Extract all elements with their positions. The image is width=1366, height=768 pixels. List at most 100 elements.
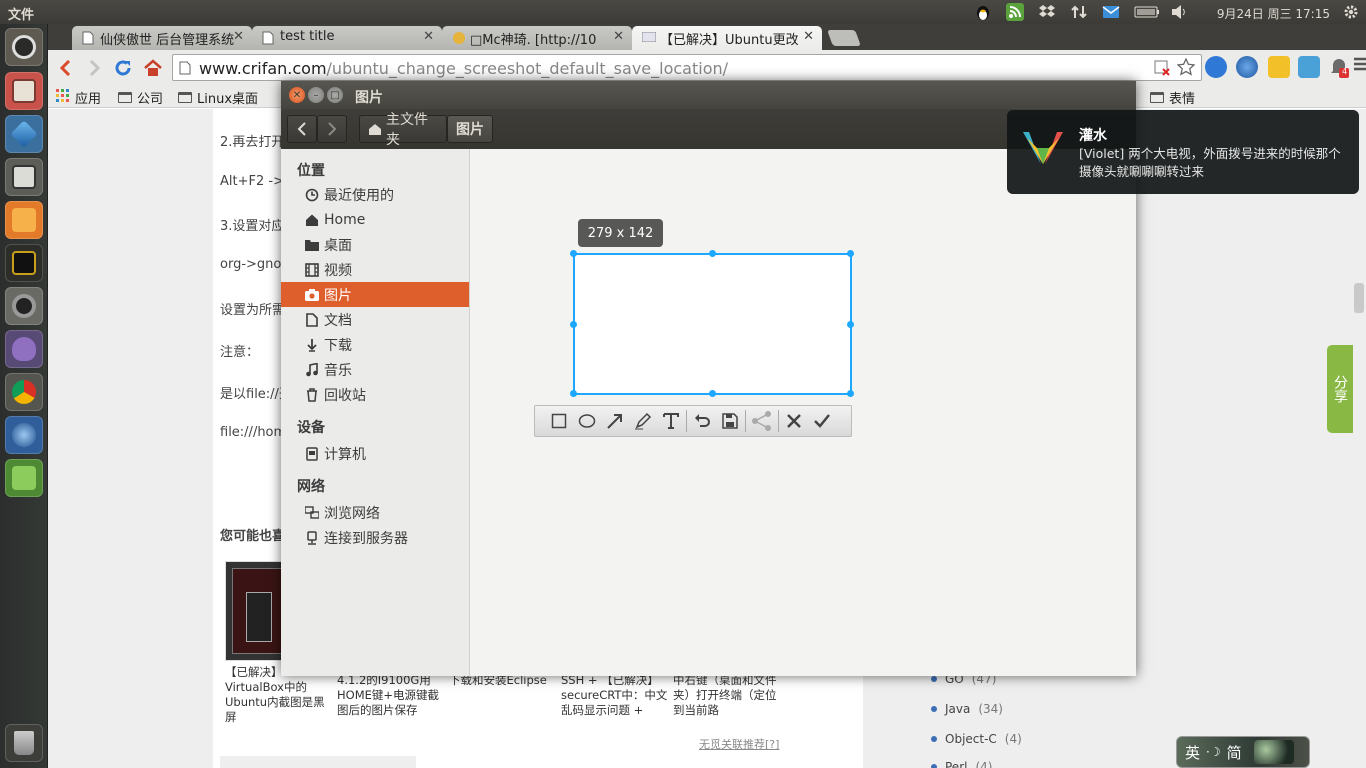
- confirm-button[interactable]: [808, 406, 836, 436]
- extension-icon[interactable]: [1205, 56, 1227, 78]
- resize-handle[interactable]: [709, 390, 716, 397]
- path-current-button[interactable]: 图片: [447, 115, 493, 143]
- gear-icon[interactable]: [1340, 2, 1362, 22]
- close-icon[interactable]: ✕: [803, 29, 814, 44]
- window-titlebar[interactable]: ✕ – □ 图片: [281, 81, 1136, 109]
- maximize-window-button[interactable]: □: [327, 87, 343, 103]
- sidebar-item-home[interactable]: Home: [281, 207, 469, 232]
- chrome-icon[interactable]: [5, 373, 43, 411]
- screenshot-selection[interactable]: [570, 250, 854, 397]
- sidebar-item-connect-server[interactable]: 连接到服务器: [281, 525, 469, 550]
- resize-handle[interactable]: [570, 321, 577, 328]
- resize-handle[interactable]: [847, 250, 854, 257]
- dropbox-icon[interactable]: [1036, 2, 1058, 22]
- globe-icon[interactable]: [1236, 56, 1258, 78]
- tab-crifan[interactable]: 【已解决】Ubuntu更改 ✕: [632, 26, 822, 50]
- text-tool-button[interactable]: [657, 406, 685, 436]
- cancel-button[interactable]: [780, 406, 808, 436]
- back-button[interactable]: [54, 57, 76, 79]
- moon-icon[interactable]: ·☽: [1206, 745, 1221, 759]
- network-transfer-icon[interactable]: [1068, 2, 1090, 22]
- related-title[interactable]: 4.1.2的I9100G用HOME键+电源键截图后的图片保存: [337, 673, 445, 718]
- input-method-bar[interactable]: 英 ·☽ 简: [1176, 736, 1310, 768]
- sidebar-item-computer[interactable]: 计算机: [281, 441, 469, 466]
- bookmark-folder[interactable]: 公司: [118, 88, 163, 107]
- bell-icon[interactable]: 4: [1328, 56, 1350, 78]
- pidgin-icon[interactable]: [5, 330, 43, 368]
- sidebar-item-desktop[interactable]: 桌面: [281, 232, 469, 257]
- reload-button[interactable]: [112, 57, 134, 79]
- resize-handle[interactable]: [570, 250, 577, 257]
- home-button[interactable]: [142, 57, 164, 79]
- share-button[interactable]: 分享: [1327, 345, 1353, 433]
- battery-icon[interactable]: [1132, 2, 1162, 22]
- system-monitor-icon[interactable]: [5, 244, 43, 282]
- back-button[interactable]: [287, 115, 317, 143]
- sidebar-item-downloads[interactable]: 下载: [281, 332, 469, 357]
- volume-icon[interactable]: [1168, 2, 1190, 22]
- blocked-icon[interactable]: [1153, 59, 1171, 81]
- new-tab-button[interactable]: [827, 30, 861, 46]
- save-button[interactable]: [716, 406, 744, 436]
- path-home-button[interactable]: 主文件夹: [359, 112, 447, 148]
- tab-admin[interactable]: 仙侠傲世 后台管理系统 ✕: [72, 26, 252, 50]
- category-name[interactable]: Object-C: [945, 732, 997, 746]
- close-icon[interactable]: ✕: [613, 29, 624, 44]
- sidebar-item-pictures[interactable]: 图片: [281, 282, 469, 307]
- resize-handle[interactable]: [570, 390, 577, 397]
- files-app-icon[interactable]: [5, 72, 43, 110]
- tab-mc[interactable]: □Mc神琦. [http://10 ✕: [442, 26, 632, 50]
- qq-penguin-icon[interactable]: [972, 2, 994, 22]
- pen-tool-button[interactable]: [629, 406, 657, 436]
- clock[interactable]: 9月24日 周三 17:15: [1217, 5, 1330, 22]
- category-name[interactable]: Java: [945, 702, 970, 716]
- address-bar[interactable]: www.crifan.com/ubuntu_change_screeshot_d…: [172, 54, 1202, 81]
- category-item[interactable]: Java (34): [931, 702, 1003, 716]
- close-window-button[interactable]: ✕: [289, 87, 305, 103]
- virtualbox-icon[interactable]: [5, 115, 43, 153]
- resize-handle[interactable]: [847, 321, 854, 328]
- category-item[interactable]: Perl (4): [931, 760, 992, 768]
- extension-icon[interactable]: [1268, 56, 1290, 78]
- sidebar-item-recent[interactable]: 最近使用的: [281, 182, 469, 207]
- sidebar-item-videos[interactable]: 视频: [281, 257, 469, 282]
- ime-variant[interactable]: 简: [1227, 742, 1242, 763]
- scrollbar-thumb[interactable]: [1354, 283, 1364, 313]
- resize-handle[interactable]: [709, 250, 716, 257]
- forward-button[interactable]: [84, 57, 106, 79]
- forward-button[interactable]: [317, 115, 347, 143]
- resize-handle[interactable]: [847, 390, 854, 397]
- related-title[interactable]: 中右键（桌面和文件夹）打开终端（定位到当前路: [673, 673, 781, 718]
- trash-icon[interactable]: [5, 724, 43, 762]
- category-name[interactable]: Perl: [945, 760, 967, 768]
- app-menu-title[interactable]: 文件: [8, 4, 34, 23]
- rectangle-tool-button[interactable]: [545, 406, 573, 436]
- ellipse-tool-button[interactable]: [573, 406, 601, 436]
- close-icon[interactable]: ✕: [233, 29, 244, 44]
- camera-icon[interactable]: [5, 287, 43, 325]
- bookmark-folder[interactable]: Linux桌面: [178, 88, 258, 107]
- tab-test-title[interactable]: test title ✕: [252, 26, 442, 50]
- category-item[interactable]: Object-C (4): [931, 732, 1022, 746]
- undo-button[interactable]: [688, 406, 716, 436]
- sidebar-item-music[interactable]: 音乐: [281, 357, 469, 382]
- share-button[interactable]: [747, 406, 777, 436]
- mail-icon[interactable]: [1100, 2, 1122, 22]
- rss-icon[interactable]: [1004, 2, 1026, 22]
- related-title[interactable]: SSH + 【已解决】secureCRT中：中文乱码显示问题 +: [561, 673, 669, 718]
- ime-mode[interactable]: 英: [1185, 742, 1200, 763]
- star-icon[interactable]: [1176, 57, 1196, 80]
- minimize-window-button[interactable]: –: [308, 87, 324, 103]
- chat-icon[interactable]: [1298, 56, 1320, 78]
- software-updater-icon[interactable]: [5, 158, 43, 196]
- arrow-tool-button[interactable]: [601, 406, 629, 436]
- sidebar-item-documents[interactable]: 文档: [281, 307, 469, 332]
- bookmark-apps[interactable]: 应用: [56, 88, 101, 107]
- close-icon[interactable]: ✕: [423, 29, 434, 44]
- related-footer-link[interactable]: 无觅关联推荐[?]: [699, 736, 779, 752]
- rss-reader-icon[interactable]: [5, 459, 43, 497]
- sidebar-item-trash[interactable]: 回收站: [281, 382, 469, 407]
- bookmark-folder[interactable]: 表情: [1150, 88, 1195, 107]
- software-center-icon[interactable]: [5, 201, 43, 239]
- menu-icon[interactable]: [1354, 56, 1366, 78]
